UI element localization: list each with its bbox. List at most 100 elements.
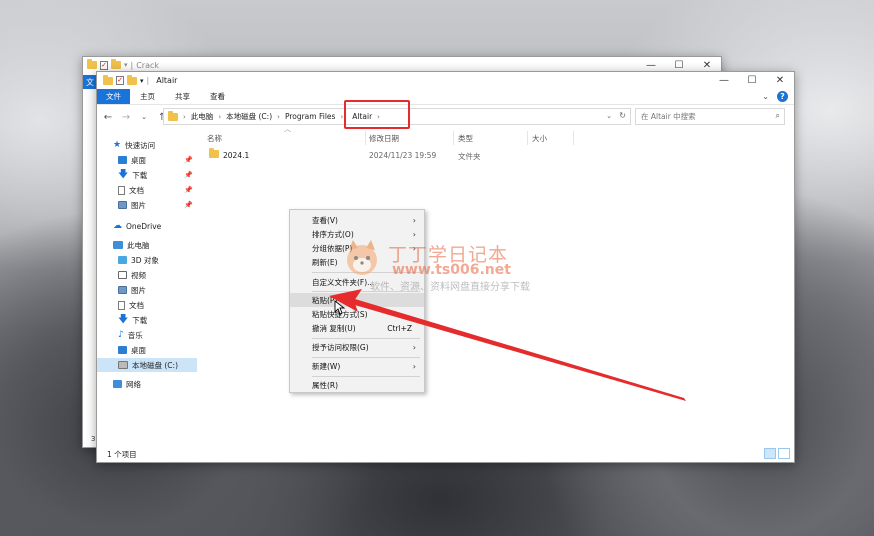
menu-item-label: 属性(R) bbox=[312, 380, 339, 390]
nav-quick-access[interactable]: ★ 快速访问 bbox=[97, 138, 197, 152]
context-menu: 查看(V) › 排序方式(O) › 分组依据(P) › 刷新(E) 自定义文件夹… bbox=[289, 209, 425, 393]
file-date: 2024/11/23 19:59 bbox=[369, 151, 437, 160]
nav-videos[interactable]: 视频 bbox=[97, 268, 197, 282]
nav-this-pc[interactable]: 此电脑 bbox=[97, 238, 197, 252]
desktop-icon bbox=[118, 346, 127, 354]
nav-item-label: 桌面 bbox=[131, 155, 146, 165]
properties-icon[interactable]: ✓ bbox=[116, 76, 124, 85]
breadcrumb-separator[interactable]: › bbox=[340, 113, 343, 121]
refresh-icon[interactable]: ↻ bbox=[619, 111, 626, 120]
dropdown-icon: ▾ bbox=[124, 61, 128, 69]
submenu-arrow-icon: › bbox=[412, 361, 416, 371]
file-name: 2024.1 bbox=[223, 151, 250, 160]
nav-item-label: 下载 bbox=[132, 315, 148, 325]
minimize-button[interactable]: — bbox=[710, 72, 738, 88]
breadcrumb-separator[interactable]: › bbox=[218, 113, 221, 121]
search-icon: ⌕ bbox=[775, 111, 780, 120]
nav-quick-downloads[interactable]: 🡇 下载 📌 bbox=[97, 168, 197, 182]
recent-locations-icon[interactable]: ⌄ bbox=[139, 113, 149, 121]
column-header-date[interactable]: 修改日期 bbox=[369, 133, 399, 144]
folder-icon bbox=[209, 148, 219, 158]
star-icon: ★ bbox=[113, 140, 122, 150]
tab-home[interactable]: 主页 bbox=[130, 89, 165, 104]
nav-item-label: OneDrive bbox=[126, 221, 162, 231]
pin-icon: 📌 bbox=[184, 186, 193, 194]
pin-icon: 📌 bbox=[184, 201, 193, 209]
breadcrumb-local-disk[interactable]: 本地磁盘 (C:) bbox=[226, 111, 272, 122]
nav-3d-objects[interactable]: 3D 对象 bbox=[97, 253, 197, 267]
menu-item-properties[interactable]: 属性(R) bbox=[290, 378, 424, 392]
nav-item-label: 图片 bbox=[131, 200, 146, 210]
nav-network[interactable]: 网络 bbox=[97, 377, 197, 391]
computer-icon bbox=[113, 241, 123, 249]
mouse-cursor-icon bbox=[334, 300, 346, 315]
pictures-icon bbox=[118, 201, 127, 209]
nav-item-label: 图片 bbox=[131, 285, 146, 295]
menu-item-label: 新建(W) bbox=[312, 361, 341, 371]
cloud-icon: ☁ bbox=[113, 221, 122, 231]
nav-local-disk[interactable]: 本地磁盘 (C:) bbox=[97, 358, 197, 372]
title-separator: | bbox=[146, 76, 150, 85]
nav-onedrive[interactable]: ☁ OneDrive bbox=[97, 219, 197, 233]
breadcrumb-separator[interactable]: › bbox=[183, 113, 186, 121]
details-view-button[interactable] bbox=[764, 448, 776, 459]
nav-quick-desktop[interactable]: 桌面 📌 bbox=[97, 153, 197, 167]
document-icon bbox=[118, 300, 125, 310]
menu-shortcut: Ctrl+Z bbox=[387, 323, 412, 333]
nav-quick-pictures[interactable]: 图片 📌 bbox=[97, 198, 197, 212]
large-icons-view-button[interactable] bbox=[778, 448, 790, 459]
nav-pictures[interactable]: 图片 bbox=[97, 283, 197, 297]
close-button[interactable]: ✕ bbox=[766, 72, 794, 88]
submenu-arrow-icon: › bbox=[412, 215, 416, 225]
background-file-tab[interactable]: 文 bbox=[83, 75, 97, 89]
column-divider[interactable] bbox=[453, 131, 454, 145]
tab-file[interactable]: 文件 bbox=[97, 89, 130, 104]
tab-view[interactable]: 查看 bbox=[200, 89, 235, 104]
nav-downloads[interactable]: 🡇 下载 bbox=[97, 313, 197, 327]
breadcrumb-separator[interactable]: › bbox=[277, 113, 280, 121]
menu-item-undo-copy[interactable]: 撤消 复制(U) Ctrl+Z bbox=[290, 321, 424, 335]
address-history-dropdown-icon[interactable]: ⌄ bbox=[606, 112, 612, 120]
nav-desktop[interactable]: 桌面 bbox=[97, 343, 197, 357]
column-divider[interactable] bbox=[527, 131, 528, 145]
nav-quick-documents[interactable]: 文档 📌 bbox=[97, 183, 197, 197]
column-divider[interactable] bbox=[573, 131, 574, 145]
status-bar: 1 个项目 bbox=[97, 446, 794, 462]
maximize-button[interactable]: ☐ bbox=[738, 72, 766, 88]
back-arrow-icon[interactable]: ← bbox=[103, 112, 113, 123]
forward-arrow-icon[interactable]: → bbox=[121, 112, 131, 123]
column-header-type[interactable]: 类型 bbox=[458, 133, 473, 144]
menu-item-give-access[interactable]: 授予访问权限(G) › bbox=[290, 340, 424, 354]
folder-icon bbox=[87, 59, 97, 69]
nav-documents[interactable]: 文档 bbox=[97, 298, 197, 312]
menu-item-label: 撤消 复制(U) bbox=[312, 323, 356, 333]
watermark: 丁丁学日记本 www.ts006.net 软件、资源、资料网盘直接分享下载 bbox=[340, 238, 540, 296]
menu-item-view[interactable]: 查看(V) › bbox=[290, 213, 424, 227]
table-row[interactable]: 2024.1 2024/11/23 19:59 文件夹 bbox=[207, 148, 567, 163]
navigation-pane: ★ 快速访问 桌面 📌 🡇 下载 📌 文档 📌 图片 📌 ☁ OneDrive bbox=[97, 131, 197, 449]
red-highlight-box bbox=[344, 100, 410, 129]
menu-item-new[interactable]: 新建(W) › bbox=[290, 359, 424, 373]
help-icon[interactable]: ? bbox=[777, 91, 788, 102]
nav-music[interactable]: ♪ 音乐 bbox=[97, 328, 197, 342]
window-controls: — ☐ ✕ bbox=[710, 72, 794, 88]
nav-item-label: 桌面 bbox=[131, 345, 146, 355]
column-header-name[interactable]: 名称 bbox=[207, 133, 222, 144]
search-input[interactable]: 在 Altair 中搜索 ⌕ bbox=[635, 108, 785, 125]
menu-item-paste-shortcut[interactable]: 粘贴快捷方式(S) bbox=[290, 307, 424, 321]
column-header-size[interactable]: 大小 bbox=[532, 133, 547, 144]
tab-share[interactable]: 共享 bbox=[165, 89, 200, 104]
pin-icon: 📌 bbox=[184, 171, 193, 179]
column-divider[interactable] bbox=[365, 131, 366, 145]
breadcrumb-this-pc[interactable]: 此电脑 bbox=[191, 111, 214, 122]
breadcrumb-program-files[interactable]: Program Files bbox=[285, 112, 336, 121]
new-folder-icon[interactable] bbox=[127, 74, 137, 85]
quick-access-dropdown-icon[interactable]: ▾ bbox=[140, 77, 144, 85]
menu-item-label: 查看(V) bbox=[312, 215, 338, 225]
titlebar[interactable]: ✓ ▾ | Altair — ☐ ✕ bbox=[97, 72, 794, 89]
expand-ribbon-icon[interactable]: ⌄ bbox=[762, 92, 769, 101]
nav-quick-access-label: 快速访问 bbox=[125, 140, 156, 150]
view-buttons bbox=[764, 448, 790, 459]
download-icon: 🡇 bbox=[118, 168, 129, 180]
nav-item-label: 文档 bbox=[129, 185, 144, 195]
